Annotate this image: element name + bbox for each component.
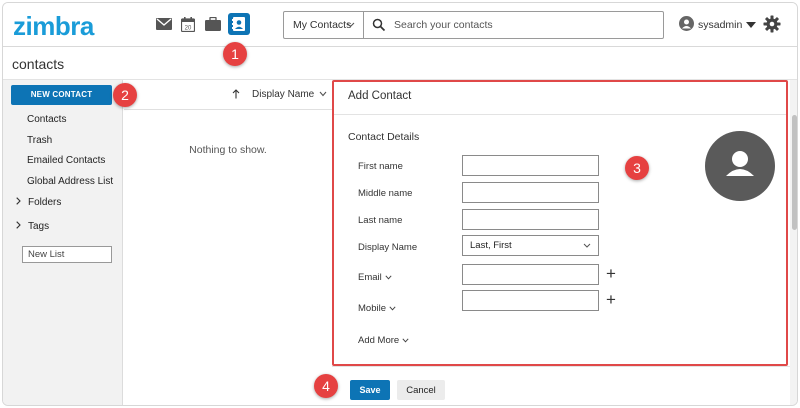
contacts-icon[interactable]	[228, 13, 250, 35]
section-title: Contact Details	[348, 131, 420, 143]
add-email-plus-icon[interactable]: +	[606, 265, 616, 282]
contact-list: Display Name Nothing to show.	[124, 80, 332, 405]
callout-badge-1: 1	[223, 42, 247, 66]
user-avatar-icon	[679, 16, 694, 34]
search-scope-dropdown[interactable]: My Contacts	[284, 12, 364, 38]
calendar-icon[interactable]: 20	[178, 14, 198, 34]
page-title: contacts	[12, 56, 65, 72]
add-more-label: Add More	[358, 335, 400, 346]
last-name-label: Last name	[358, 215, 403, 226]
username: sysadmin	[698, 19, 743, 31]
sidebar-item-global-address-list[interactable]: Global Address List	[27, 176, 113, 187]
display-name-label: Display Name	[358, 242, 418, 253]
chevron-down-icon	[583, 236, 591, 262]
chevron-right-icon	[16, 221, 21, 232]
chevron-down-icon	[346, 12, 355, 48]
search-input[interactable]	[394, 16, 654, 34]
calendar-date: 20	[185, 25, 192, 31]
middle-name-field[interactable]	[462, 182, 599, 203]
app-window: zimbra 20 My Contacts Search your contac…	[2, 2, 798, 406]
mail-icon[interactable]	[154, 14, 174, 34]
add-contact-panel: Add Contact Contact Details First name M…	[332, 80, 788, 366]
display-name-select[interactable]: Last, First	[462, 235, 599, 256]
panel-title: Add Contact	[348, 90, 412, 102]
search-icon[interactable]	[372, 18, 386, 32]
email-label: Email	[358, 272, 382, 283]
folders-label: Folders	[28, 197, 62, 208]
contact-avatar-placeholder[interactable]	[705, 131, 775, 201]
chevron-down-icon	[385, 272, 392, 283]
mobile-field[interactable]	[462, 290, 599, 311]
list-header: Display Name	[124, 80, 332, 110]
scrollbar-thumb[interactable]	[792, 115, 797, 230]
divider	[334, 114, 786, 115]
save-button[interactable]: Save	[350, 380, 390, 400]
chevron-down-icon	[389, 303, 396, 314]
search-bar: My Contacts	[283, 11, 664, 39]
email-field[interactable]	[462, 264, 599, 285]
empty-list-message: Nothing to show.	[189, 144, 267, 156]
add-mobile-plus-icon[interactable]: +	[606, 291, 616, 308]
sort-field-dropdown[interactable]: Display Name	[252, 89, 327, 100]
chevron-down-icon	[402, 338, 409, 343]
email-type-dropdown[interactable]: Email	[358, 272, 392, 283]
tags-label: Tags	[28, 221, 50, 232]
sidebar-folders[interactable]: Folders	[16, 197, 61, 208]
callout-badge-4: 4	[314, 374, 338, 398]
sort-field-label: Display Name	[252, 89, 315, 100]
zimbra-logo[interactable]: zimbra	[13, 11, 94, 42]
sidebar-item-emailed-contacts[interactable]: Emailed Contacts	[27, 155, 105, 166]
search-scope-label: My Contacts	[293, 19, 352, 31]
gear-icon[interactable]	[763, 15, 781, 33]
middle-name-label: Middle name	[358, 188, 413, 199]
top-header: zimbra 20 My Contacts Search your contac…	[3, 3, 797, 47]
divider	[332, 366, 790, 367]
chevron-right-icon	[16, 197, 21, 208]
last-name-field[interactable]	[462, 209, 599, 230]
sidebar: NEW CONTACT Contacts Trash Emailed Conta…	[3, 80, 123, 405]
sort-arrow-up-icon[interactable]	[232, 89, 240, 102]
user-menu[interactable]: sysadmin	[679, 16, 757, 34]
new-list-input[interactable]	[22, 246, 112, 263]
sidebar-item-contacts[interactable]: Contacts	[27, 114, 66, 125]
briefcase-icon[interactable]	[203, 14, 223, 34]
add-more-dropdown[interactable]: Add More	[358, 335, 409, 346]
caret-down-icon	[746, 19, 757, 31]
first-name-field[interactable]	[462, 155, 599, 176]
callout-badge-3: 3	[625, 156, 649, 180]
cancel-button[interactable]: Cancel	[397, 380, 445, 400]
first-name-label: First name	[358, 161, 403, 172]
sidebar-tags[interactable]: Tags	[16, 221, 49, 232]
sidebar-item-trash[interactable]: Trash	[27, 135, 52, 146]
mobile-type-dropdown[interactable]: Mobile	[358, 303, 396, 314]
display-name-value: Last, First	[470, 240, 512, 251]
callout-badge-2: 2	[113, 83, 137, 107]
mobile-label: Mobile	[358, 303, 386, 314]
new-contact-button[interactable]: NEW CONTACT	[11, 85, 112, 105]
